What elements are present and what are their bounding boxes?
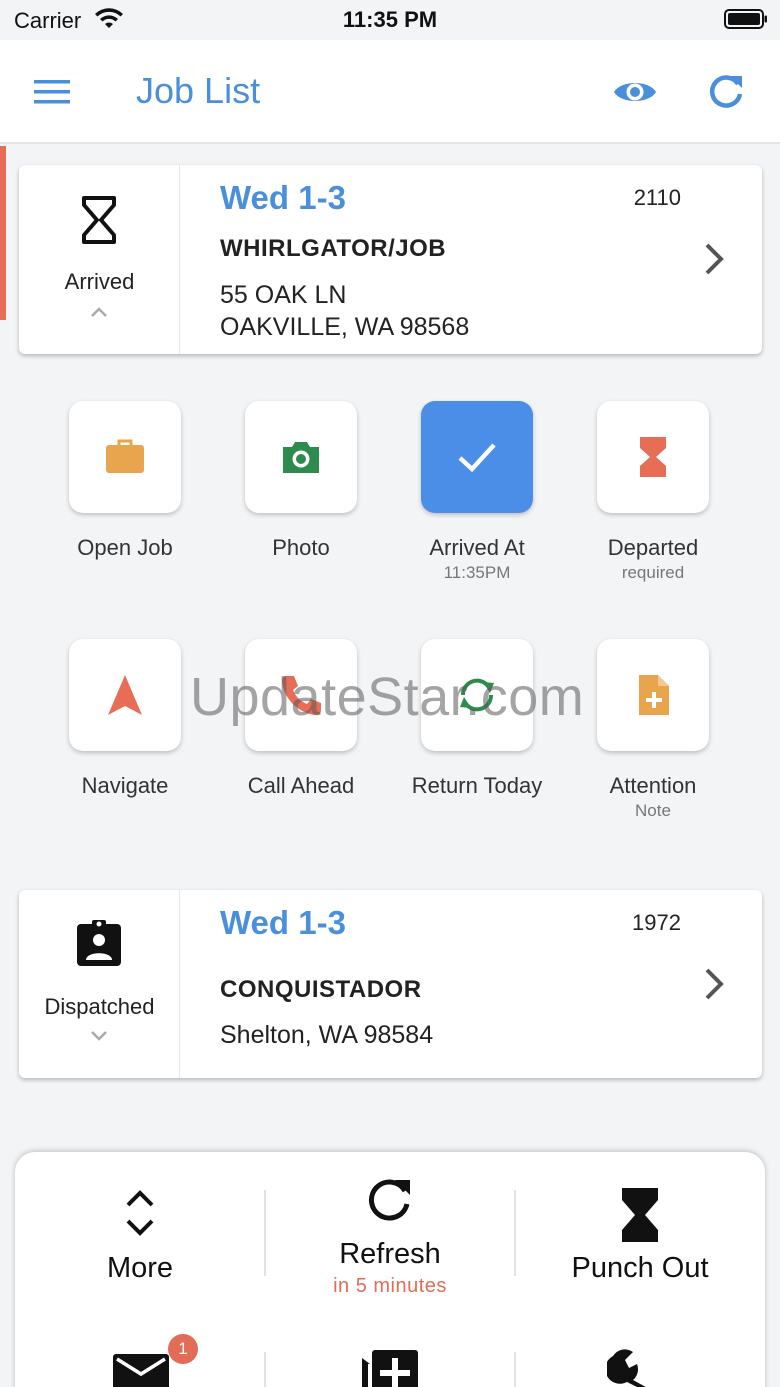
hourglass-icon (640, 437, 666, 477)
action-arrived-at[interactable]: Arrived At 11:35PM (402, 401, 552, 601)
clipboard-account-icon (77, 920, 121, 966)
action-tile[interactable] (597, 639, 709, 751)
more-button[interactable]: More (15, 1152, 265, 1302)
refresh-button[interactable]: Refresh in 5 minutes (265, 1152, 515, 1302)
action-photo[interactable]: Photo (226, 401, 376, 601)
hourglass-outline-icon (82, 196, 116, 244)
action-departed[interactable]: Departed required (578, 401, 728, 601)
punch-out-label: Punch Out (571, 1252, 709, 1284)
message-badge: 1 (168, 1334, 198, 1364)
status-bar: Carrier 11:35 PM (0, 0, 780, 40)
mail-icon[interactable] (111, 1352, 171, 1387)
navigate-arrow-icon (108, 675, 142, 715)
action-tile[interactable] (597, 401, 709, 513)
job-window: Wed 1-3 (220, 904, 346, 941)
more-label: More (106, 1252, 174, 1284)
refresh-countdown: in 5 minutes (333, 1275, 447, 1297)
chevron-right-icon[interactable] (703, 242, 725, 276)
divider (264, 1352, 266, 1387)
battery-icon (724, 9, 767, 29)
refresh-label: Refresh (339, 1238, 441, 1270)
action-navigate[interactable]: Navigate (50, 639, 200, 839)
job-window: Wed 1-3 (220, 179, 346, 216)
action-sub: Note (635, 801, 671, 820)
action-tile[interactable] (69, 401, 181, 513)
menu-icon[interactable] (34, 78, 70, 106)
job-card[interactable]: Dispatched Wed 1-3 1972 CONQUISTADOR She… (19, 890, 762, 1078)
action-label: Navigate (81, 773, 169, 798)
action-label: Arrived At (429, 535, 525, 560)
selected-job-indicator (0, 146, 6, 320)
action-label: Open Job (77, 535, 173, 560)
job-status[interactable]: Dispatched (19, 890, 180, 1078)
job-customer: WHIRLGATOR/JOB (220, 235, 447, 262)
chevron-down-icon (91, 1031, 107, 1041)
refresh-icon (368, 1179, 410, 1221)
action-attention[interactable]: Attention Note (578, 639, 728, 839)
status-label: Dispatched (44, 994, 155, 1019)
punch-out-button[interactable]: Punch Out (515, 1152, 765, 1302)
expand-icon (126, 1190, 154, 1236)
app-header: Job List (0, 40, 780, 144)
action-label: Departed (607, 535, 699, 560)
divider (514, 1352, 516, 1387)
action-label: Attention (609, 773, 697, 798)
watermark: UpdateStar.com (190, 667, 585, 727)
bottom-action-sheet: More Refresh in 5 minutes Punch Out 1 (15, 1152, 765, 1387)
status-label: Arrived (64, 269, 135, 294)
note-add-icon (639, 675, 669, 715)
job-customer: CONQUISTADOR (220, 976, 422, 1003)
job-card[interactable]: Arrived Wed 1-3 2110 WHIRLGATOR/JOB 55 O… (19, 165, 762, 354)
action-tile[interactable] (421, 401, 533, 513)
job-status[interactable]: Arrived (19, 165, 180, 354)
action-sub: 11:35PM (443, 563, 511, 582)
action-tile[interactable] (69, 639, 181, 751)
job-address-line1: Shelton, WA 98584 (220, 1021, 434, 1049)
hourglass-icon (622, 1188, 658, 1242)
action-tile[interactable] (245, 401, 357, 513)
refresh-icon[interactable] (706, 72, 746, 112)
action-label: Call Ahead (247, 773, 355, 798)
wrench-icon[interactable] (607, 1348, 661, 1387)
check-icon (458, 443, 496, 473)
chevron-up-icon (91, 307, 107, 317)
job-number: 1972 (632, 910, 681, 935)
action-open-job[interactable]: Open Job (50, 401, 200, 601)
eye-icon[interactable] (612, 74, 658, 110)
action-label: Return Today (411, 773, 543, 798)
job-address-line1: 55 OAK LN (220, 281, 347, 309)
camera-icon (283, 442, 319, 473)
job-address-line2: OAKVILLE, WA 98568 (220, 313, 470, 341)
briefcase-icon (106, 439, 144, 473)
action-label: Photo (272, 535, 330, 560)
action-sub: required (621, 563, 685, 582)
clock: 11:35 PM (342, 7, 438, 32)
chevron-right-icon[interactable] (703, 967, 725, 1001)
job-number: 2110 (633, 185, 681, 210)
add-box-icon[interactable] (360, 1348, 420, 1387)
page-title: Job List (136, 70, 261, 111)
